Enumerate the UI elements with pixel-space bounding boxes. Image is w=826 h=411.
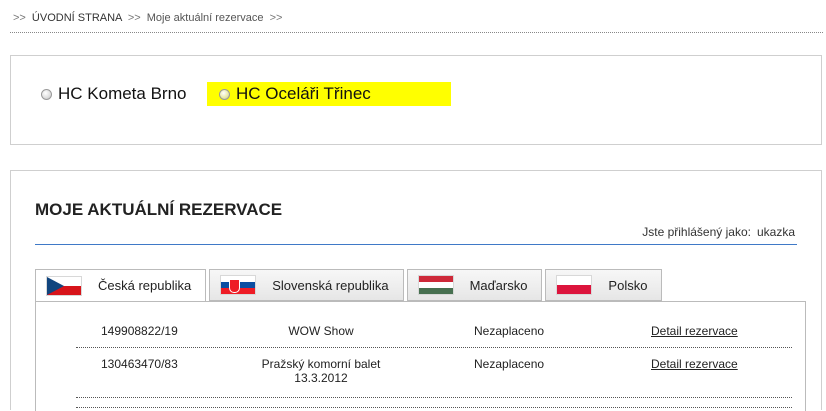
tab-ceska-republika[interactable]: Česká republika xyxy=(35,269,207,302)
team-selector: HC Kometa Brno HC Oceláři Třinec xyxy=(10,55,822,145)
breadcrumb-separator: >> xyxy=(269,12,283,24)
tab-madarsko[interactable]: Maďarsko xyxy=(406,269,543,301)
tab-label: Slovenská republika xyxy=(272,277,389,293)
tab-label: Maďarsko xyxy=(469,277,528,293)
breadcrumb: >> ÚVODNÍ STRANA >> Moje aktuální rezerv… xyxy=(10,12,823,33)
tab-label: Česká republika xyxy=(98,278,192,293)
flag-cz-icon xyxy=(46,275,82,296)
tab-polsko[interactable]: Polsko xyxy=(545,269,663,301)
breadcrumb-current: Moje aktuální rezervace xyxy=(146,12,264,24)
page-title: MOJE AKTUÁLNÍ REZERVACE xyxy=(35,200,283,219)
logged-in-label: Jste přihlášený jako: xyxy=(642,225,751,239)
detail-reservation-link[interactable]: Detail rezervace xyxy=(651,357,738,371)
flag-hu-icon xyxy=(417,275,454,295)
breadcrumb-separator: >> xyxy=(127,12,141,24)
logged-in-user: ukazka xyxy=(756,225,795,239)
event-title: Pražský komorní balet xyxy=(261,357,381,371)
event-name: Pražský komorní balet 13.3.2012 xyxy=(241,357,401,385)
reservations-panel: MOJE AKTUÁLNÍ REZERVACE Jste přihlášený … xyxy=(10,170,822,411)
country-tabs: Česká republika Slovenská republika Maďa… xyxy=(35,269,665,302)
flag-sk-icon xyxy=(220,275,257,295)
tab-label: Polsko xyxy=(608,277,648,293)
table-row: 130463470/83 Pražský komorní balet 13.3.… xyxy=(76,357,792,398)
reservation-id: 130463470/83 xyxy=(101,357,178,371)
team-option-ocelari-trinec[interactable]: HC Oceláři Třinec xyxy=(207,82,451,106)
reservations-list: 149908822/19 WOW Show Nezaplaceno Detail… xyxy=(35,301,806,411)
team-label: HC Kometa Brno xyxy=(58,84,187,103)
radio-icon[interactable] xyxy=(41,88,52,100)
logged-in-info: Jste přihlášený jako: ukazka xyxy=(642,225,795,239)
flag-pl-icon xyxy=(556,275,593,295)
event-date: 13.3.2012 xyxy=(294,371,348,385)
detail-reservation-link[interactable]: Detail rezervace xyxy=(651,324,738,338)
breadcrumb-separator: >> xyxy=(13,12,26,24)
team-option-kometa-brno[interactable]: HC Kometa Brno xyxy=(41,82,187,106)
table-row: 149908822/19 WOW Show Nezaplaceno Detail… xyxy=(76,324,792,348)
payment-status: Nezaplaceno xyxy=(474,357,545,371)
title-divider xyxy=(35,244,797,245)
tab-slovenska-republika[interactable]: Slovenská republika xyxy=(209,269,404,301)
radio-icon[interactable] xyxy=(219,88,230,100)
event-name: WOW Show xyxy=(288,324,354,338)
payment-status: Nezaplaceno xyxy=(474,324,545,338)
team-label: HC Oceláři Třinec xyxy=(236,84,371,103)
breadcrumb-home-link[interactable]: ÚVODNÍ STRANA xyxy=(32,12,122,24)
row-divider xyxy=(76,405,792,408)
reservation-id: 149908822/19 xyxy=(101,324,178,338)
